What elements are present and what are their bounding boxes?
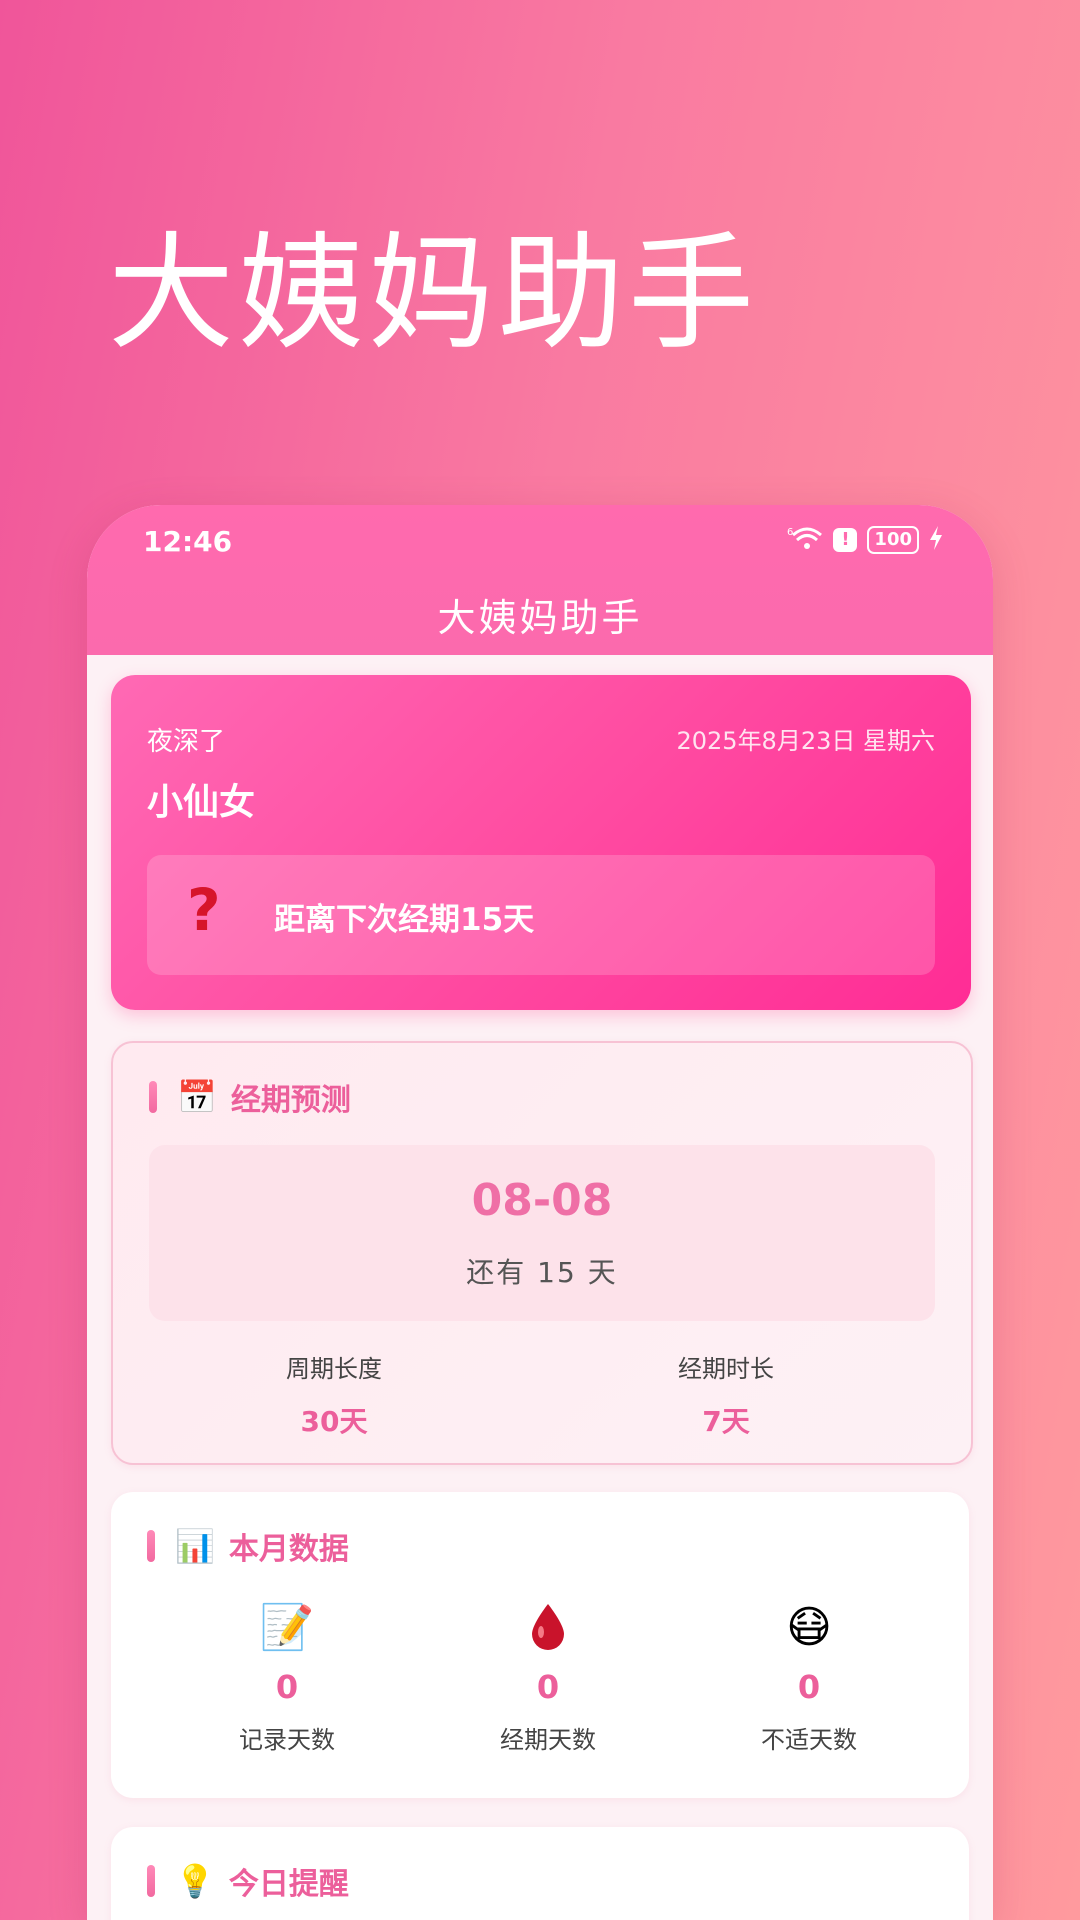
status-time: 12:46 — [143, 525, 233, 558]
discomfort-days-stat: 😷 0 不适天数 — [679, 1602, 939, 1755]
stat-value: 30天 — [300, 1405, 368, 1438]
signal-level: 6 — [787, 527, 793, 538]
card-title: 今日提醒 — [228, 1867, 349, 1902]
status-icons: 6 ! 100 — [787, 525, 943, 555]
stat-value: 0 — [536, 1668, 560, 1706]
prediction-card[interactable]: 📅 经期预测 08-08 还有 15 天 周期长度 30天 经期时长 7天 — [111, 1041, 973, 1465]
sick-face-icon: 😷 — [786, 1602, 832, 1653]
bar-chart-icon: 📊 — [175, 1527, 215, 1565]
current-date: 2025年8月23日 星期六 — [676, 727, 935, 755]
countdown-text: 距离下次经期15天 — [274, 902, 535, 938]
period-days-stat: 0 经期天数 — [418, 1602, 678, 1755]
prediction-panel: 08-08 还有 15 天 — [149, 1145, 935, 1321]
alert-icon: ! — [833, 528, 858, 552]
countdown-box[interactable]: ? 距离下次经期15天 — [147, 855, 935, 975]
card-header: 📊 本月数据 — [147, 1524, 349, 1568]
card-header: 📅 经期预测 — [149, 1075, 351, 1119]
calendar-icon: 📅 — [177, 1078, 217, 1116]
next-period-date: 08-08 — [471, 1175, 613, 1226]
accent-bar — [147, 1530, 155, 1562]
battery-icon: 100 — [867, 526, 919, 554]
app-bar: 12:46 6 ! 100 大姨妈助手 — [87, 505, 993, 655]
stat-label: 经期天数 — [500, 1726, 596, 1754]
record-days-stat: 📝 0 记录天数 — [157, 1602, 417, 1755]
card-header: 💡 今日提醒 — [147, 1859, 349, 1903]
blood-drop-icon — [418, 1602, 678, 1654]
stat-label: 经期时长 — [678, 1355, 774, 1383]
promo-title: 大姨妈助手 — [108, 220, 758, 367]
light-bulb-icon: 💡 — [175, 1862, 215, 1900]
stat-label: 周期长度 — [286, 1355, 382, 1383]
memo-icon: 📝 — [259, 1602, 315, 1653]
stat-value: 0 — [275, 1668, 299, 1706]
stat-label: 不适天数 — [761, 1726, 857, 1754]
cycle-length-stat: 周期长度 30天 — [184, 1349, 484, 1440]
question-mark-icon: ? — [187, 876, 221, 944]
monthly-data-card: 📊 本月数据 📝 0 记录天数 0 经期天数 😷 0 不适天数 — [111, 1492, 969, 1798]
stat-value: 0 — [797, 1668, 821, 1706]
greeting-card: 夜深了 2025年8月23日 星期六 小仙女 ? 距离下次经期15天 — [111, 675, 971, 1010]
card-title: 本月数据 — [228, 1532, 349, 1567]
days-remaining: 还有 15 天 — [466, 1256, 618, 1289]
stat-label: 记录天数 — [239, 1726, 335, 1754]
period-duration-stat: 经期时长 7天 — [576, 1349, 876, 1440]
card-title: 经期预测 — [230, 1083, 351, 1118]
phone-screen: 12:46 6 ! 100 大姨妈助手 夜深了 2025年8月23日 星期六 小… — [87, 505, 993, 1920]
username: 小仙女 — [147, 782, 256, 823]
accent-bar — [147, 1865, 155, 1897]
charging-icon — [929, 526, 943, 554]
wifi-icon: 6 — [787, 525, 823, 555]
greeting-text: 夜深了 — [147, 727, 226, 757]
stat-value: 7天 — [702, 1405, 750, 1438]
accent-bar — [149, 1081, 157, 1113]
app-title: 大姨妈助手 — [437, 596, 643, 640]
today-reminder-card[interactable]: 💡 今日提醒 — [111, 1827, 969, 1920]
